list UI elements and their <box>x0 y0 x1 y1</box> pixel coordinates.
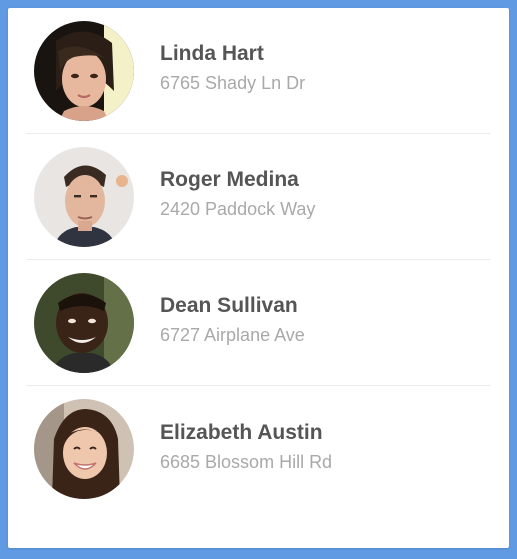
contact-address: 6727 Airplane Ave <box>160 325 305 345</box>
avatar-image <box>34 20 134 121</box>
avatar-image <box>34 399 134 499</box>
contact-address: 6765 Shady Ln Dr <box>160 73 306 93</box>
contact-info: Roger Medina 2420 Paddock Way <box>160 167 315 222</box>
contact-info: Dean Sullivan 6727 Airplane Ave <box>160 293 305 348</box>
contact-list-item[interactable]: Dean Sullivan 6727 Airplane Ave <box>26 260 491 386</box>
avatar-image <box>34 272 134 373</box>
avatar <box>34 272 134 373</box>
contact-list-item[interactable]: Roger Medina 2420 Paddock Way <box>26 134 491 260</box>
avatar <box>34 20 134 121</box>
contact-name: Roger Medina <box>160 168 299 191</box>
contact-list-item[interactable]: Elizabeth Austin 6685 Blossom Hill Rd <box>26 386 491 512</box>
avatar-image <box>34 146 134 247</box>
contact-info: Elizabeth Austin 6685 Blossom Hill Rd <box>160 420 332 475</box>
contact-name: Linda Hart <box>160 42 264 65</box>
contact-name: Elizabeth Austin <box>160 420 323 444</box>
contact-address: 2420 Paddock Way <box>160 199 316 219</box>
contact-address: 6685 Blossom Hill Rd <box>160 451 333 472</box>
contact-info: Linda Hart 6765 Shady Ln Dr <box>160 41 305 96</box>
contact-name: Dean Sullivan <box>160 294 298 317</box>
avatar <box>34 399 134 499</box>
contact-list-card: Linda Hart 6765 Shady Ln Dr Roger Medina… <box>8 8 509 548</box>
contact-list-item[interactable]: Linda Hart 6765 Shady Ln Dr <box>26 8 491 134</box>
avatar <box>34 146 134 247</box>
